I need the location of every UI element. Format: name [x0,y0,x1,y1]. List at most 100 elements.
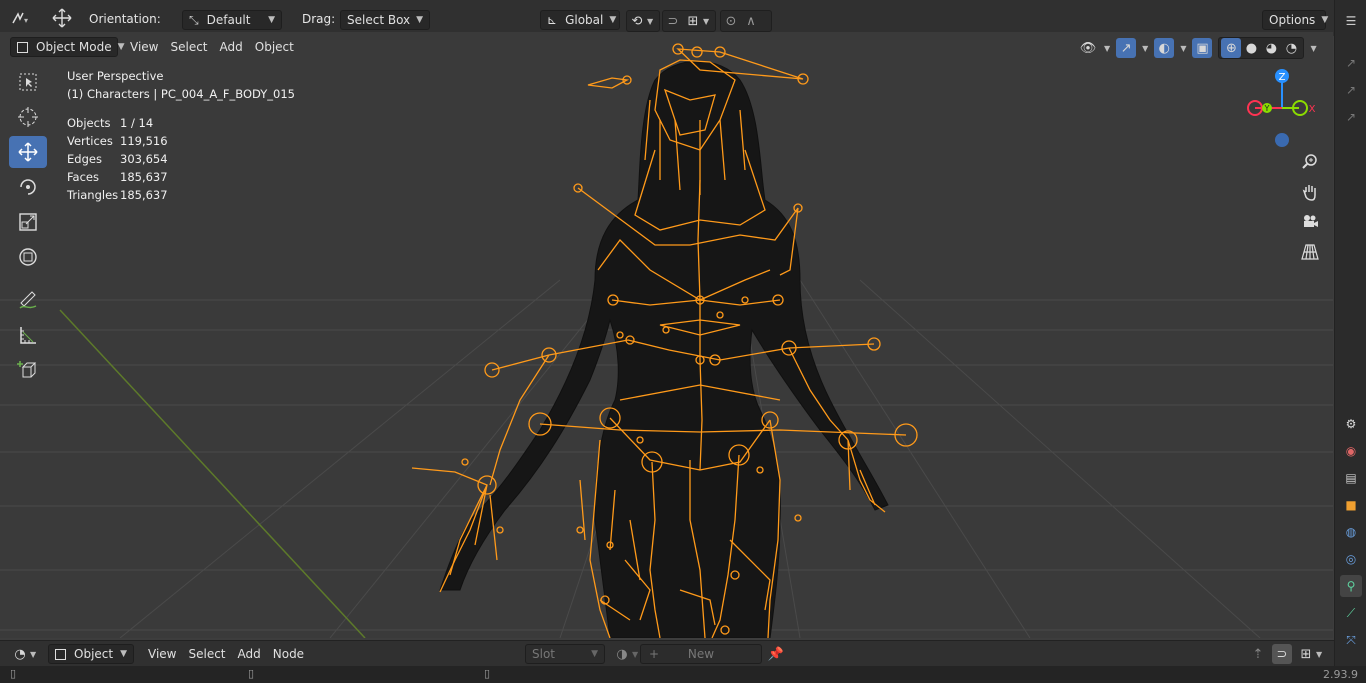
tool-properties-icon[interactable]: ⚙ [1340,413,1362,435]
wireframe-shading-icon[interactable]: ⊕ [1221,38,1242,58]
proportional-edit-icon[interactable]: ⊙ [721,11,741,31]
view-perspective-label: User Perspective [67,69,164,83]
menu-node[interactable]: Node [267,644,310,664]
mouse-left-icon: ▯ [10,667,17,680]
mode-value: Object Mode [36,40,112,54]
gizmo-x-label: X [1309,104,1316,115]
new-material-button[interactable]: + New [640,644,762,664]
blender-version: 2.93.9 [1323,668,1358,681]
orientation-dropdown[interactable]: ⤡ Default ▼ [182,10,282,30]
pivot-icon: ⟲ [631,13,643,29]
magnet-icon[interactable]: ⊃ [663,11,683,31]
perspective-grid-icon[interactable] [1297,239,1323,265]
move-tool[interactable] [9,136,47,168]
orientation-icon: ⤡ [189,12,199,27]
pivot-point-dropdown[interactable]: ⟲ ▼ [626,10,660,32]
xray-toggle-icon[interactable]: ▣ [1192,38,1213,58]
snap-group[interactable]: ⊃ ⊞ ▼ [662,10,716,32]
shading-modes: ⊕ ● ◕ ◔ [1218,37,1305,59]
plus-icon: + [649,647,660,661]
add-cube-tool[interactable] [9,354,47,386]
pin-icon[interactable]: 📌 [766,644,786,664]
select-box-icon [19,73,37,91]
snap-increment-icon[interactable]: ⊞ [683,11,703,31]
solid-shading-icon[interactable]: ● [1241,38,1261,58]
editor-type-button[interactable]: ◔ ▼ [10,644,36,664]
restrict-icon-2[interactable]: ↗ [1340,79,1362,101]
node-editor-icon: ◔ [14,646,26,662]
mouse-middle-icon: ▯ [248,667,255,680]
rotate-icon [20,179,36,195]
rendered-shading-icon[interactable]: ◔ [1281,38,1301,58]
transform-orientation-dropdown[interactable]: ⊾ Global ▼ [540,10,620,30]
gizmo-y-label: Y [1264,104,1270,113]
menu-select[interactable]: Select [182,644,231,664]
collection-icon[interactable]: ▤ [1340,467,1362,489]
parent-node-tree-icon[interactable]: ⇡ [1248,644,1268,664]
gizmo-toggle-icon[interactable]: ↗ [1116,38,1137,58]
restrict-icon[interactable]: ↗ [1340,52,1362,74]
add-cube-icon [17,361,37,378]
transform-pivot-icon[interactable] [52,8,72,28]
stat-row-objects: Objects 1 / 14 [67,114,295,132]
options-dropdown[interactable]: Options ▼ [1262,10,1328,30]
menu-select[interactable]: Select [164,37,213,57]
proportional-edit-group[interactable]: ⊙ ∧ [720,10,772,32]
bone-constraint-icon[interactable]: ⤧ [1340,629,1362,651]
camera-icon[interactable] [1297,209,1323,235]
armature-data-icon[interactable]: ⚲ [1340,575,1362,597]
object-properties-icon[interactable]: ■ [1340,494,1362,516]
gizmo-neg-z-axis[interactable] [1275,133,1289,147]
constraints-icon[interactable]: ◎ [1340,548,1362,570]
zoom-icon[interactable] [1297,149,1323,175]
falloff-curve-icon[interactable]: ∧ [741,11,761,31]
stat-value: 303,654 [120,152,168,166]
material-shading-icon[interactable]: ◕ [1261,38,1281,58]
mouse-right-icon: ▯ [484,667,491,680]
stat-value: 1 / 14 [120,116,154,130]
world-icon[interactable]: ◉ [1340,440,1362,462]
stat-label: Edges [67,152,102,166]
slot-dropdown[interactable]: Slot ▼ [525,644,605,664]
chevron-down-icon: ▼ [416,15,424,25]
measure-tool[interactable] [9,319,47,351]
viewport-header: Object Mode ▼ View Select Add Object 👁 ▼ … [0,36,1333,59]
material-browse-button[interactable]: ◑ ▼ [612,644,638,664]
menu-view[interactable]: View [142,644,182,664]
character-mesh[interactable] [439,60,889,638]
snap-grid-icon: ⊞ [1300,646,1312,662]
modifier-icon[interactable]: ◍ [1340,521,1362,543]
mode-dropdown[interactable]: Object Mode ▼ [10,37,125,57]
drag-dropdown[interactable]: Select Box ▼ [340,10,430,30]
y-axis-line [59,309,366,638]
drag-value: Select Box [347,13,411,27]
select-box-tool[interactable] [9,66,47,98]
orientation-value: Default [206,13,251,27]
shader-type-dropdown[interactable]: Object ▼ [48,644,134,664]
pan-hand-icon[interactable] [1297,179,1323,205]
snap-icon[interactable]: ⊃ [1272,644,1292,664]
bone-icon[interactable]: ⟋ [1340,602,1362,624]
snap-element-dropdown[interactable]: ⊞ ▼ [1296,644,1323,664]
viewport-info-overlay: User Perspective (1) Characters | PC_004… [67,67,295,204]
navigation-gizmo[interactable]: Z Y X [1240,64,1330,154]
menu-add[interactable]: Add [232,644,267,664]
outliner-icon[interactable]: ☰ [1340,10,1362,32]
rotate-tool[interactable] [9,171,47,203]
transform-tool[interactable] [9,241,47,273]
annotate-tool[interactable] [9,284,47,316]
tool-shelf [9,66,49,389]
menu-add[interactable]: Add [214,37,249,57]
menu-view[interactable]: View [124,37,164,57]
restrict-icon-3[interactable]: ↗ [1340,106,1362,128]
stat-label: Faces [67,170,99,184]
editor-type-icon[interactable]: ▾ [10,8,30,28]
menu-object[interactable]: Object [249,37,300,57]
cursor-tool[interactable] [9,101,47,133]
shader-type-value: Object [74,647,114,661]
overlays-icon[interactable]: ◐ [1154,38,1175,58]
scale-tool[interactable] [9,206,47,238]
ruler-icon [20,327,36,344]
pencil-icon [19,291,37,309]
visibility-eye-icon[interactable]: 👁 [1078,38,1098,58]
